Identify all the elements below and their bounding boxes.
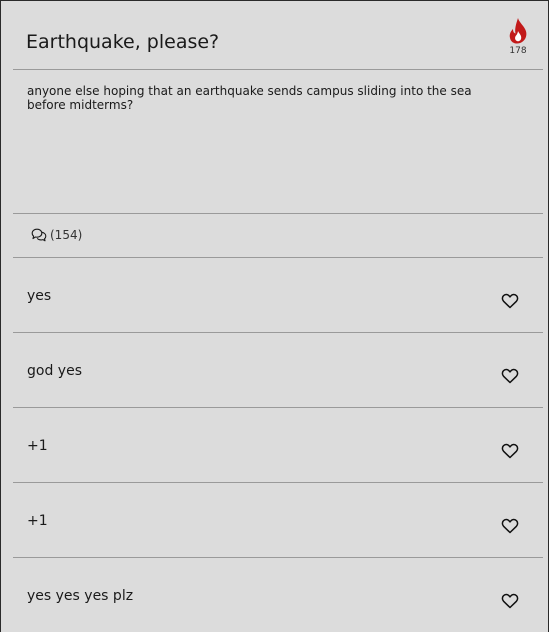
divider bbox=[13, 213, 543, 214]
reply-item: god yes bbox=[13, 333, 543, 407]
like-button[interactable] bbox=[501, 292, 519, 310]
heart-outline-icon bbox=[501, 593, 519, 609]
reply-text: +1 bbox=[27, 438, 48, 454]
like-button[interactable] bbox=[501, 367, 519, 385]
like-button[interactable] bbox=[501, 592, 519, 610]
comments-toggle[interactable]: (154) bbox=[31, 227, 82, 243]
heart-outline-icon bbox=[501, 443, 519, 459]
post-title: Earthquake, please? bbox=[26, 31, 220, 53]
reply-item: yes bbox=[13, 258, 543, 332]
reply-text: yes bbox=[27, 288, 52, 304]
like-button[interactable] bbox=[501, 517, 519, 535]
reply-text: god yes bbox=[27, 363, 82, 379]
post-card: Earthquake, please? 178 anyone else hopi… bbox=[0, 0, 549, 632]
reply-text: yes yes yes plz bbox=[27, 588, 134, 604]
comments-count: (154) bbox=[50, 228, 83, 242]
heart-outline-icon bbox=[501, 368, 519, 384]
like-button[interactable] bbox=[501, 442, 519, 460]
reply-text: +1 bbox=[27, 513, 48, 529]
heart-outline-icon bbox=[501, 518, 519, 534]
speech-bubbles-icon bbox=[31, 228, 47, 242]
post-body: anyone else hoping that an earthquake se… bbox=[27, 84, 472, 112]
heat-score[interactable]: 178 bbox=[505, 17, 531, 56]
reply-item: +1 bbox=[13, 483, 543, 557]
heart-outline-icon bbox=[501, 293, 519, 309]
reply-item: yes yes yes plz bbox=[13, 558, 543, 632]
post-header: Earthquake, please? 178 bbox=[13, 1, 543, 70]
reply-item: +1 bbox=[13, 408, 543, 482]
heat-count: 178 bbox=[509, 46, 527, 56]
flame-icon bbox=[509, 18, 527, 44]
